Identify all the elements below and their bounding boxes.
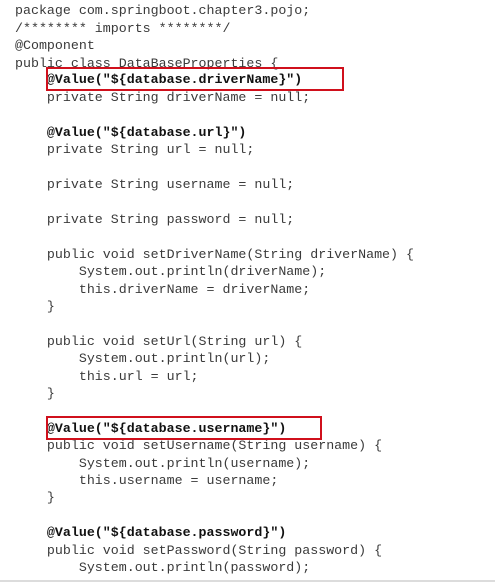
code-line: System.out.println(driverName);: [15, 264, 327, 279]
code-line: System.out.println(username);: [15, 455, 311, 471]
code-listing: package com.springboot.chapter3.pojo; /*…: [0, 0, 495, 582]
code-line: public void setUrl(String url) {: [15, 333, 303, 349]
code-line: @Component: [15, 38, 95, 53]
code-line: private String password = null;: [15, 211, 295, 227]
code-line: this.driverName = driverName;: [15, 281, 311, 297]
highlight-box-username: [46, 416, 322, 440]
highlight-box-drivername: [46, 67, 344, 91]
code-line: private String driverName = null;: [15, 90, 311, 105]
code-line: /******** imports ********/: [15, 20, 231, 36]
code-line: }: [15, 298, 55, 314]
code-line: public void setDriverName(String driverN…: [15, 246, 414, 262]
code-line: private String username = null;: [15, 177, 295, 192]
code-line: public void setPassword(String password)…: [15, 542, 383, 558]
code-line: this.username = username;: [15, 472, 279, 488]
code-line: }: [15, 490, 55, 505]
code-line: private String url = null;: [15, 142, 255, 157]
annotation-value-password: @Value("${database.password}"): [15, 525, 287, 540]
annotation-value-url: @Value("${database.url}"): [15, 124, 247, 140]
code-line: }: [15, 385, 55, 401]
code-line: this.url = url;: [15, 368, 199, 384]
code-line: System.out.println(password);: [15, 559, 311, 575]
code-line: System.out.println(url);: [15, 351, 271, 366]
code-line: package com.springboot.chapter3.pojo;: [15, 3, 311, 18]
